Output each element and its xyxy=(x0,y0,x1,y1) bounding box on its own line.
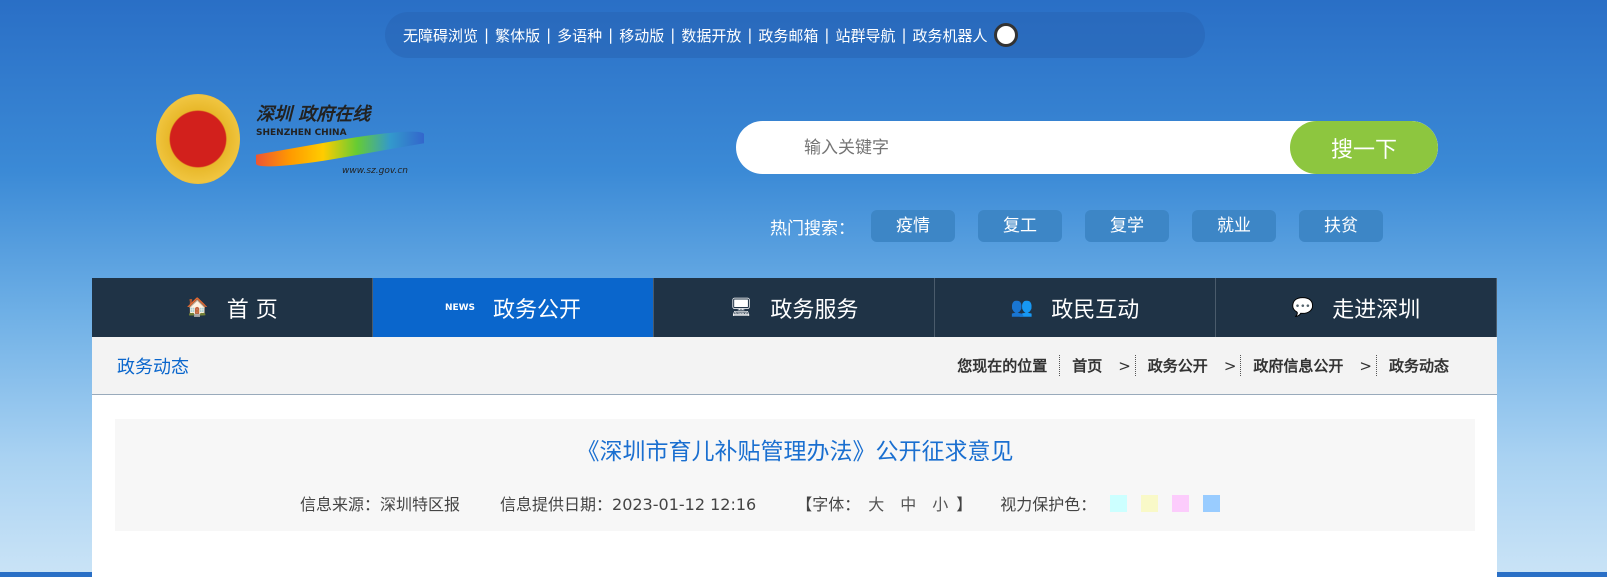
divider: | xyxy=(608,26,614,44)
search-input[interactable] xyxy=(804,121,1304,174)
hot-tag[interactable]: 疫情 xyxy=(871,210,955,242)
eye-care-label: 视力保护色： xyxy=(1000,495,1097,514)
nav-label: 走进深圳 xyxy=(1332,297,1421,323)
divider: | xyxy=(546,26,552,44)
divider: | xyxy=(747,26,753,44)
content-area: 政务动态 您现在的位置 首页 > 政务公开 > 政府信息公开 > 政务动态 《深圳市育… xyxy=(92,337,1497,577)
hot-label: 热门搜索： xyxy=(770,218,855,239)
breadcrumb-gov-affairs[interactable]: 政务公开 xyxy=(1134,355,1220,376)
link-mobile[interactable]: 移动版 xyxy=(619,25,664,46)
article-meta: 信息来源：深圳特区报 信息提供日期：2023-01-12 12:16 【字体： … xyxy=(300,491,1221,515)
font-size-label: 【字体： xyxy=(796,495,861,514)
hot-tag[interactable]: 扶贫 xyxy=(1299,210,1383,242)
separator: > xyxy=(1118,356,1131,375)
eye-color-yellow[interactable] xyxy=(1141,494,1159,512)
link-accessibility[interactable]: 无障碍浏览 xyxy=(403,25,478,46)
breadcrumb-home[interactable]: 首页 xyxy=(1059,355,1114,376)
nav-interaction[interactable]: 👥 政民互动 xyxy=(935,278,1216,337)
hot-tag[interactable]: 复学 xyxy=(1085,210,1169,242)
national-emblem-icon xyxy=(156,94,240,184)
nav-label: 政务服务 xyxy=(770,297,859,323)
section-title: 政务动态 xyxy=(117,356,189,378)
nav-about[interactable]: 💬 走进深圳 xyxy=(1216,278,1497,337)
search-box: 搜一下 xyxy=(736,121,1438,174)
article-title: 《深圳市育儿补贴管理办法》公开征求意见 xyxy=(576,439,1014,465)
news-icon: NEWS xyxy=(444,302,476,313)
logo-url: www.sz.gov.cn xyxy=(342,166,408,176)
link-languages[interactable]: 多语种 xyxy=(557,25,602,46)
font-medium-button[interactable]: 中 xyxy=(900,491,916,515)
divider: | xyxy=(484,26,490,44)
link-traditional[interactable]: 繁体版 xyxy=(495,25,540,46)
nav-home[interactable]: 🏠 首 页 xyxy=(92,278,373,337)
link-site-nav[interactable]: 站群导航 xyxy=(835,25,895,46)
search-button[interactable]: 搜一下 xyxy=(1290,121,1438,174)
breadcrumb-news[interactable]: 政务动态 xyxy=(1375,355,1461,376)
hot-searches: 热门搜索： 疫情 复工 复学 就业 扶贫 xyxy=(770,210,1406,242)
link-mail[interactable]: 政务邮箱 xyxy=(758,25,818,46)
top-links-bar: 无障碍浏览 | 繁体版 | 多语种 | 移动版 | 数据开放 | 政务邮箱 | … xyxy=(385,12,1205,58)
font-small-button[interactable]: 小 xyxy=(932,491,948,515)
article-source: 信息来源：深圳特区报 xyxy=(300,495,461,514)
main-nav: 🏠 首 页 NEWS 政务公开 🖥 政务服务 👥 政民互动 💬 走进深圳 xyxy=(92,278,1497,337)
eye-color-pink[interactable] xyxy=(1172,494,1190,512)
logo-cn: 深圳 政府在线 xyxy=(256,104,371,125)
breadcrumb: 您现在的位置 首页 > 政务公开 > 政府信息公开 > 政务动态 xyxy=(945,355,1461,376)
nav-label: 政民互动 xyxy=(1051,297,1140,323)
users-icon: 👥 xyxy=(1010,297,1034,318)
home-icon: 🏠 xyxy=(186,297,209,318)
breadcrumb-bar: 政务动态 您现在的位置 首页 > 政务公开 > 政府信息公开 > 政务动态 xyxy=(92,337,1497,395)
separator: > xyxy=(1223,356,1237,375)
font-large-button[interactable]: 大 xyxy=(868,491,884,515)
chat-icon: 💬 xyxy=(1291,297,1315,318)
hot-tag[interactable]: 就业 xyxy=(1192,210,1276,242)
robot-icon[interactable] xyxy=(993,23,1018,47)
font-size-close: 】 xyxy=(956,495,973,514)
breadcrumb-info-public[interactable]: 政府信息公开 xyxy=(1240,355,1355,376)
eye-color-blue[interactable] xyxy=(1203,494,1221,512)
divider: | xyxy=(824,26,830,44)
monitor-icon: 🖥 xyxy=(729,297,753,318)
nav-label: 政务公开 xyxy=(493,297,582,323)
article-header: 《深圳市育儿补贴管理办法》公开征求意见 信息来源：深圳特区报 信息提供日期：20… xyxy=(115,419,1475,531)
site-logo[interactable]: 深圳 政府在线 SHENZHEN CHINA www.sz.gov.cn xyxy=(256,100,426,180)
article-date: 信息提供日期：2023-01-12 12:16 xyxy=(500,495,757,514)
divider: | xyxy=(901,26,907,44)
link-open-data[interactable]: 数据开放 xyxy=(681,25,741,46)
nav-label: 首 页 xyxy=(226,297,278,323)
nav-gov-affairs[interactable]: NEWS 政务公开 xyxy=(373,278,654,337)
link-robot[interactable]: 政务机器人 xyxy=(913,25,988,46)
breadcrumb-label: 您现在的位置 xyxy=(957,357,1048,375)
eye-color-cyan[interactable] xyxy=(1110,494,1128,512)
nav-services[interactable]: 🖥 政务服务 xyxy=(654,278,935,337)
hot-tag[interactable]: 复工 xyxy=(978,210,1062,242)
separator: > xyxy=(1359,356,1372,375)
divider: | xyxy=(670,26,676,44)
